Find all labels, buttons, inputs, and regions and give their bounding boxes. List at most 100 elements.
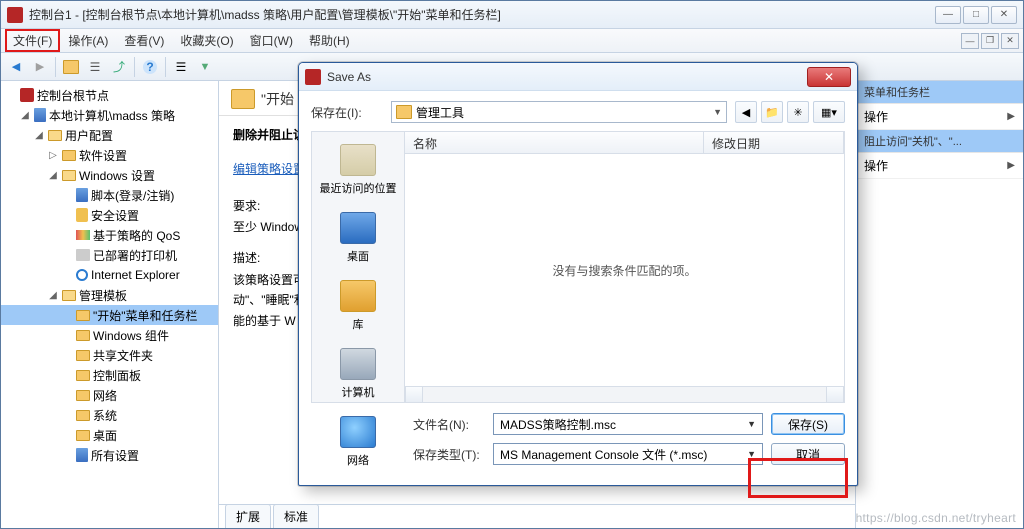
file-list[interactable]: 名称 修改日期 没有与搜索条件匹配的项。 xyxy=(405,131,845,403)
app-icon xyxy=(305,69,321,85)
actions-item[interactable]: 操作▶ xyxy=(856,104,1023,130)
save-button[interactable]: 保存(S) xyxy=(771,413,845,435)
place-label: 库 xyxy=(353,316,364,332)
tree-label: Windows 组件 xyxy=(93,327,169,344)
tree-pane[interactable]: 控制台根节点 ◢本地计算机\madss 策略 ◢用户配置 ▷软件设置 ◢Wind… xyxy=(1,81,219,528)
tree-desktop[interactable]: 桌面 xyxy=(1,425,218,445)
tree-windows-components[interactable]: Windows 组件 xyxy=(1,325,218,345)
dialog-titlebar[interactable]: Save As ✕ xyxy=(299,63,857,91)
mdi-minimize[interactable]: — xyxy=(961,33,979,49)
tree-windows-settings[interactable]: ◢Windows 设置 xyxy=(1,165,218,185)
minimize-button[interactable]: — xyxy=(935,6,961,24)
tree-label: 桌面 xyxy=(93,427,117,444)
library-icon xyxy=(340,280,376,312)
options-button[interactable]: ☰ xyxy=(170,56,192,78)
actions-pane: 菜单和任务栏 操作▶ 阻止访问"关机"、"... 操作▶ xyxy=(855,81,1023,528)
mdi-close[interactable]: ✕ xyxy=(1001,33,1019,49)
menu-file[interactable]: 文件(F) xyxy=(5,29,60,52)
place-library[interactable]: 库 xyxy=(312,274,404,342)
filter-button[interactable] xyxy=(194,56,216,78)
mdi-restore[interactable]: ❐ xyxy=(981,33,999,49)
tree-label: 软件设置 xyxy=(79,147,127,164)
chevron-down-icon: ▼ xyxy=(713,107,722,117)
place-computer[interactable]: 计算机 xyxy=(312,342,404,410)
tree-label: 共享文件夹 xyxy=(93,347,153,364)
help-button[interactable] xyxy=(139,56,161,78)
dialog-close-button[interactable]: ✕ xyxy=(807,67,851,87)
lookin-value: 管理工具 xyxy=(416,104,464,121)
place-desktop[interactable]: 桌面 xyxy=(312,206,404,274)
actions-group: 阻止访问"关机"、"... xyxy=(856,130,1023,153)
tree-control-panel[interactable]: 控制面板 xyxy=(1,365,218,385)
filename-label: 文件名(N): xyxy=(413,416,485,433)
tab-extended[interactable]: 扩展 xyxy=(225,504,271,528)
tree-label: 网络 xyxy=(93,387,117,404)
filetype-label: 保存类型(T): xyxy=(413,446,485,463)
up-folder-button[interactable]: 📁 xyxy=(761,101,783,123)
menu-window[interactable]: 窗口(W) xyxy=(242,29,301,52)
dialog-title: Save As xyxy=(327,70,807,84)
tree-local-policy[interactable]: ◢本地计算机\madss 策略 xyxy=(1,105,218,125)
edit-policy-link[interactable]: 编辑策略设置 xyxy=(233,160,305,177)
tree-start-menu[interactable]: "开始"菜单和任务栏 xyxy=(1,305,218,325)
actions-item-label: 操作 xyxy=(864,157,888,174)
view-button[interactable]: ▦▾ xyxy=(813,101,845,123)
filename-input[interactable]: MADSS策略控制.msc ▼ xyxy=(493,413,763,435)
cancel-button[interactable]: 取消 xyxy=(771,443,845,465)
tree-label: 已部署的打印机 xyxy=(93,247,177,264)
place-label: 最近访问的位置 xyxy=(320,180,397,196)
menu-view[interactable]: 查看(V) xyxy=(116,29,172,52)
tree-root[interactable]: 控制台根节点 xyxy=(1,85,218,105)
tree-label: 基于策略的 QoS xyxy=(93,227,180,244)
actions-item[interactable]: 操作▶ xyxy=(856,153,1023,179)
desktop-icon xyxy=(340,212,376,244)
tree-label: 安全设置 xyxy=(91,207,139,224)
close-button[interactable]: ✕ xyxy=(991,6,1017,24)
tree-qos[interactable]: 基于策略的 QoS xyxy=(1,225,218,245)
tree-software-settings[interactable]: ▷软件设置 xyxy=(1,145,218,165)
tree-all-settings[interactable]: 所有设置 xyxy=(1,445,218,465)
chevron-down-icon: ▼ xyxy=(747,419,756,429)
empty-message: 没有与搜索条件匹配的项。 xyxy=(405,154,844,386)
place-label: 计算机 xyxy=(342,384,375,400)
column-name[interactable]: 名称 xyxy=(405,132,704,153)
place-recent[interactable]: 最近访问的位置 xyxy=(312,138,404,206)
tree-system[interactable]: 系统 xyxy=(1,405,218,425)
filetype-combo[interactable]: MS Management Console 文件 (*.msc) ▼ xyxy=(493,443,763,465)
tree-label: 管理模板 xyxy=(79,287,127,304)
lookin-combo[interactable]: 管理工具 ▼ xyxy=(391,101,727,123)
tree-user-config[interactable]: ◢用户配置 xyxy=(1,125,218,145)
up-button[interactable] xyxy=(60,56,82,78)
menu-help[interactable]: 帮助(H) xyxy=(301,29,358,52)
properties-button[interactable] xyxy=(84,56,106,78)
maximize-button[interactable]: □ xyxy=(963,6,989,24)
tree-label: Internet Explorer xyxy=(91,268,180,282)
new-folder-button[interactable]: ✳ xyxy=(787,101,809,123)
chevron-right-icon: ▶ xyxy=(1007,111,1015,122)
tree-label: Windows 设置 xyxy=(79,167,155,184)
recent-icon xyxy=(340,144,376,176)
main-titlebar: 控制台1 - [控制台根节点\本地计算机\madss 策略\用户配置\管理模板\… xyxy=(1,1,1023,29)
tree-security[interactable]: 安全设置 xyxy=(1,205,218,225)
tree-ie[interactable]: Internet Explorer xyxy=(1,265,218,285)
tab-standard[interactable]: 标准 xyxy=(273,504,319,528)
tree-label: 所有设置 xyxy=(91,447,139,464)
tree-admin-templates[interactable]: ◢管理模板 xyxy=(1,285,218,305)
back-button[interactable] xyxy=(5,56,27,78)
tree-shared-folders[interactable]: 共享文件夹 xyxy=(1,345,218,365)
menubar: 文件(F) 操作(A) 查看(V) 收藏夹(O) 窗口(W) 帮助(H) — ❐… xyxy=(1,29,1023,53)
menu-action[interactable]: 操作(A) xyxy=(60,29,116,52)
place-label: 桌面 xyxy=(347,248,369,264)
tree-scripts[interactable]: 脚本(登录/注销) xyxy=(1,185,218,205)
column-date[interactable]: 修改日期 xyxy=(704,132,844,153)
back-button[interactable]: ◀ xyxy=(735,101,757,123)
tree-label: 控制台根节点 xyxy=(37,87,109,104)
toolbar-separator xyxy=(165,57,166,77)
tree-printers[interactable]: 已部署的打印机 xyxy=(1,245,218,265)
window-title: 控制台1 - [控制台根节点\本地计算机\madss 策略\用户配置\管理模板\… xyxy=(29,6,935,23)
menu-favorites[interactable]: 收藏夹(O) xyxy=(172,29,241,52)
export-button[interactable] xyxy=(108,56,130,78)
tree-network[interactable]: 网络 xyxy=(1,385,218,405)
forward-button[interactable] xyxy=(29,56,51,78)
horizontal-scrollbar[interactable] xyxy=(405,386,844,402)
